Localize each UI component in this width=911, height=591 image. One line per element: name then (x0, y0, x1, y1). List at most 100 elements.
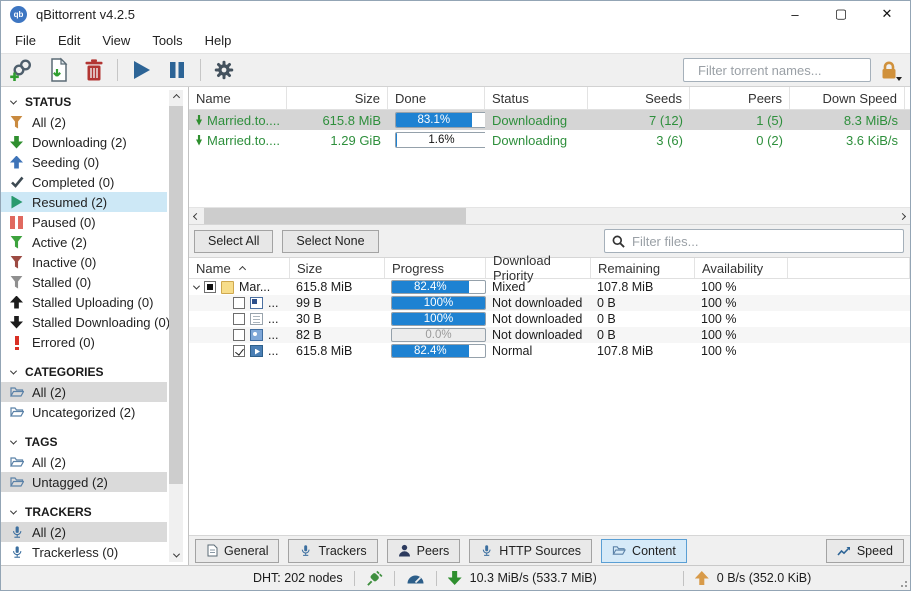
add-torrent-file-button[interactable] (42, 56, 74, 84)
scroll-down-icon[interactable] (172, 550, 179, 557)
minimize-button[interactable]: – (772, 1, 818, 27)
status-section-header[interactable]: STATUS (1, 92, 188, 112)
file-checkbox[interactable] (233, 329, 245, 341)
scrollbar-thumb[interactable] (169, 106, 183, 484)
speed-gauge-icon[interactable] (406, 571, 425, 585)
add-torrent-link-button[interactable] (6, 56, 38, 84)
torrent-table-empty-area (189, 150, 910, 207)
sidebar-category-uncategorized[interactable]: Uncategorized (2) (1, 402, 167, 422)
pause-button[interactable] (161, 56, 193, 84)
column-header-size[interactable]: Size (287, 87, 388, 109)
collapse-chevron-icon (10, 507, 17, 514)
lock-button[interactable] (875, 56, 903, 84)
sidebar-item-stalled-uploading[interactable]: Stalled Uploading (0) (1, 292, 167, 312)
scroll-right-icon[interactable] (899, 212, 906, 219)
resize-grip[interactable] (899, 579, 907, 587)
maximize-button[interactable]: ▢ (818, 1, 864, 27)
sidebar-item-stalled[interactable]: Stalled (0) (1, 272, 167, 292)
file-checkbox[interactable] (233, 345, 245, 357)
sidebar-tracker-trackerless[interactable]: Trackerless (0) (1, 542, 167, 562)
column-header-name[interactable]: Name (189, 258, 290, 278)
torrent-filter-input[interactable] (698, 63, 874, 78)
sidebar-scrollbar[interactable] (169, 90, 183, 562)
connection-icon[interactable] (366, 570, 383, 587)
torrent-row[interactable]: Married.to.... 615.8 MiB 83.1% Downloadi… (189, 110, 910, 130)
global-upload-speed[interactable]: 0 B/s (352.0 KiB) (717, 571, 812, 585)
progress-bar: 100% (391, 312, 486, 326)
menu-file[interactable]: File (4, 30, 47, 51)
scroll-left-icon[interactable] (193, 212, 200, 219)
file-row[interactable]: ... 82 B 0.0% Not downloaded 0 B 100 % (189, 327, 910, 343)
sidebar-item-stalled-downloading[interactable]: Stalled Downloading (0) (1, 312, 167, 332)
trackers-section-header[interactable]: TRACKERS (1, 502, 188, 522)
column-header-done[interactable]: Done (388, 87, 485, 109)
sidebar-item-inactive[interactable]: Inactive (0) (1, 252, 167, 272)
file-remaining: 107.8 MiB (591, 344, 695, 358)
sidebar-item-resumed[interactable]: Resumed (2) (1, 192, 167, 212)
menu-view[interactable]: View (91, 30, 141, 51)
tab-peers[interactable]: Peers (387, 539, 461, 563)
file-row[interactable]: ... 30 B 100% Not downloaded 0 B 100 % (189, 311, 910, 327)
sidebar-category-all[interactable]: All (2) (1, 382, 167, 402)
menu-tools[interactable]: Tools (141, 30, 193, 51)
progress-bar: 82.4% (391, 280, 486, 294)
delete-button[interactable] (78, 56, 110, 84)
column-header-name[interactable]: Name (189, 87, 287, 109)
select-all-button[interactable]: Select All (194, 230, 273, 253)
close-button[interactable]: ✕ (864, 1, 910, 27)
tab-trackers[interactable]: Trackers (288, 539, 377, 563)
sidebar-item-all[interactable]: All (2) (1, 112, 167, 132)
sidebar-item-active[interactable]: Active (2) (1, 232, 167, 252)
torrent-row[interactable]: Married.to.... 1.29 GiB 1.6% Downloading… (189, 130, 910, 150)
sidebar-item-downloading[interactable]: Downloading (2) (1, 132, 167, 152)
file-priority[interactable]: Not downloaded (486, 312, 591, 326)
sidebar-tag-untagged[interactable]: Untagged (2) (1, 472, 167, 492)
column-header-progress[interactable]: Progress (385, 258, 486, 278)
tab-speed[interactable]: Speed (826, 539, 904, 563)
file-row[interactable]: Mar... 615.8 MiB 82.4% Mixed 107.8 MiB 1… (189, 279, 910, 295)
expand-chevron-icon[interactable] (193, 282, 200, 289)
sidebar-item-paused[interactable]: Paused (0) (1, 212, 167, 232)
column-header-availability[interactable]: Availability (695, 258, 788, 278)
tab-content[interactable]: Content (601, 539, 687, 563)
tags-section-header[interactable]: TAGS (1, 432, 188, 452)
sidebar-item-seeding[interactable]: Seeding (0) (1, 152, 167, 172)
pause-icon (10, 216, 15, 229)
select-none-button[interactable]: Select None (282, 230, 378, 253)
scrollbar-thumb[interactable] (204, 208, 466, 225)
column-header-download-priority[interactable]: Download Priority (486, 258, 591, 278)
menu-help[interactable]: Help (194, 30, 243, 51)
resume-button[interactable] (125, 56, 157, 84)
file-row[interactable]: ... 615.8 MiB 82.4% Normal 107.8 MiB 100… (189, 343, 910, 359)
torrent-table-header: Name Size Done Status Seeds Peers Down S… (189, 87, 910, 110)
sidebar-item-completed[interactable]: Completed (0) (1, 172, 167, 192)
sidebar-tracker-all[interactable]: All (2) (1, 522, 167, 542)
horizontal-scrollbar[interactable] (189, 207, 910, 224)
file-filter-input[interactable] (632, 234, 896, 249)
file-priority[interactable]: Not downloaded (486, 328, 591, 342)
column-header-peers[interactable]: Peers (690, 87, 790, 109)
tab-general[interactable]: General (195, 539, 279, 563)
file-checkbox[interactable] (204, 281, 216, 293)
sort-ascending-icon (239, 266, 246, 273)
sidebar-tag-all[interactable]: All (2) (1, 452, 167, 472)
file-checkbox[interactable] (233, 313, 245, 325)
tab-http-sources[interactable]: HTTP Sources (469, 539, 592, 563)
file-row[interactable]: ... 99 B 100% Not downloaded 0 B 100 % (189, 295, 910, 311)
column-header-seeds[interactable]: Seeds (588, 87, 690, 109)
file-priority[interactable]: Not downloaded (486, 296, 591, 310)
options-button[interactable] (208, 56, 240, 84)
column-header-status[interactable]: Status (485, 87, 588, 109)
file-priority[interactable]: Mixed (486, 280, 591, 294)
app-logo-icon: qb (10, 6, 27, 23)
column-header-remaining[interactable]: Remaining (591, 258, 695, 278)
file-priority[interactable]: Normal (486, 344, 591, 358)
sidebar-item-errored[interactable]: Errored (0) (1, 332, 167, 352)
menu-edit[interactable]: Edit (47, 30, 91, 51)
scroll-up-icon[interactable] (172, 93, 179, 100)
file-checkbox[interactable] (233, 297, 245, 309)
global-download-speed[interactable]: 10.3 MiB/s (533.7 MiB) (470, 571, 597, 585)
categories-section-header[interactable]: CATEGORIES (1, 362, 188, 382)
column-header-down-speed[interactable]: Down Speed (790, 87, 905, 109)
column-header-size[interactable]: Size (290, 258, 385, 278)
